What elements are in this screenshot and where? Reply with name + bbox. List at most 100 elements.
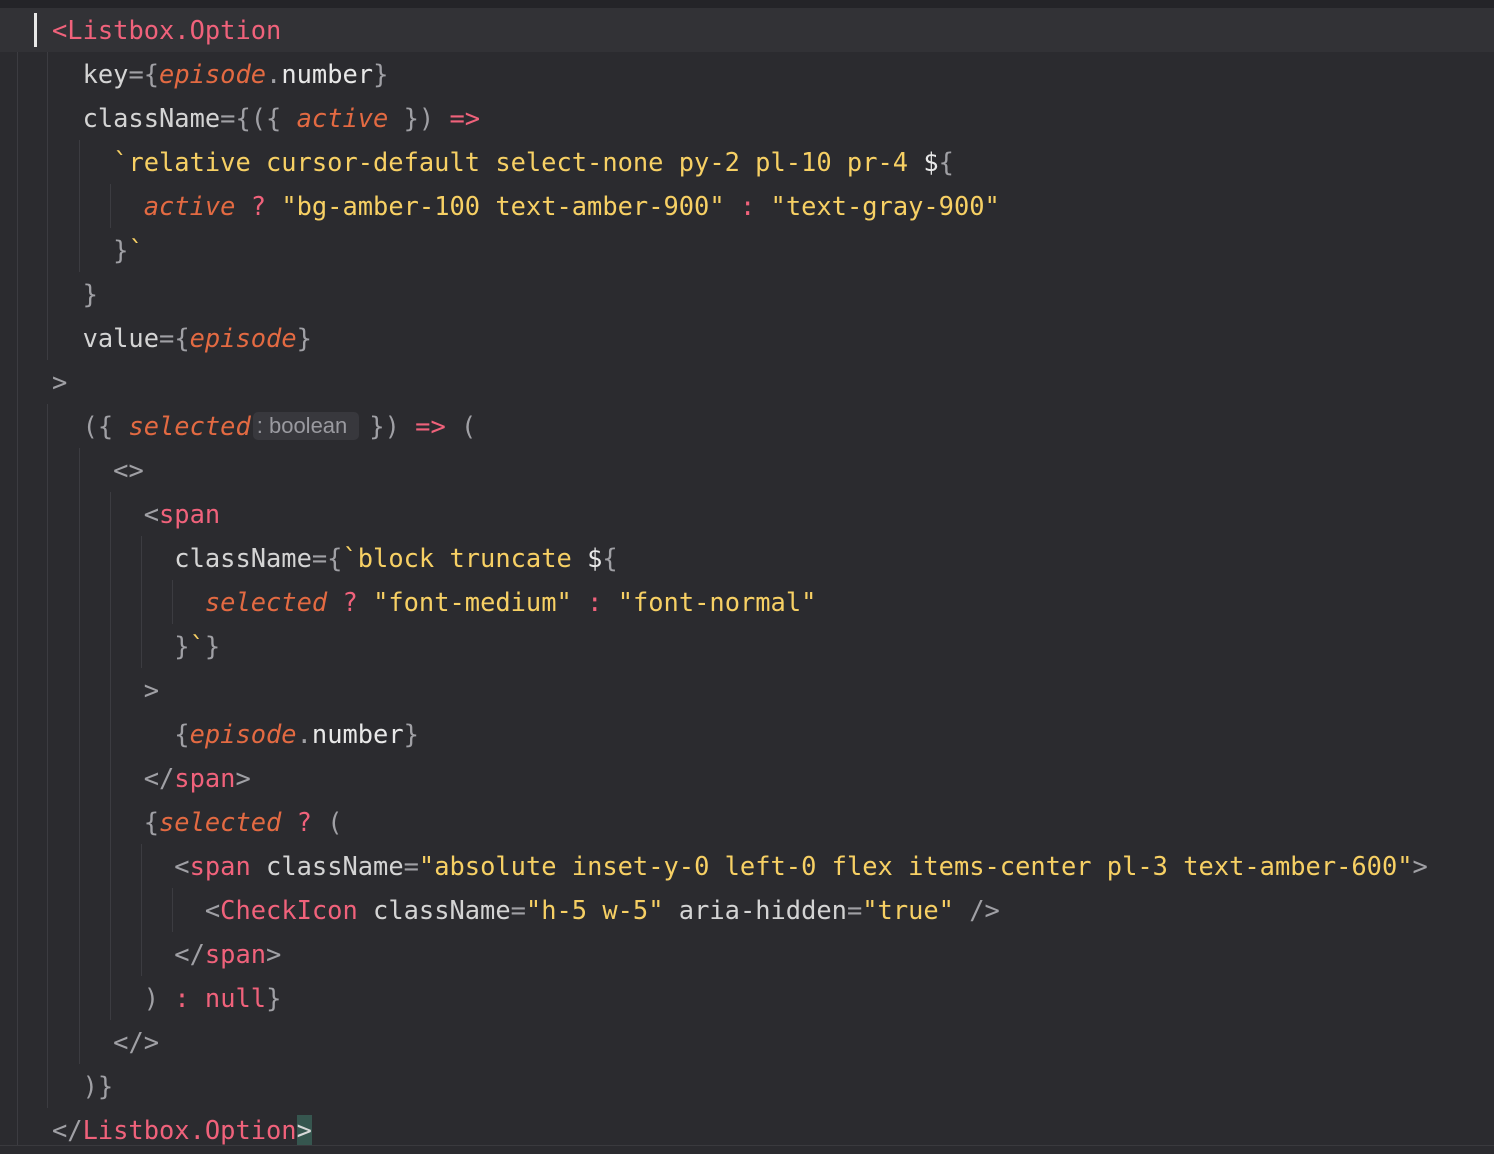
code-line[interactable]: selected ? "font-medium" : "font-normal" [52,580,817,624]
code-line[interactable]: `relative cursor-default select-none py-… [52,140,954,184]
string-token: "font-normal" [617,587,817,617]
punctuation-token: = [510,895,526,925]
string-token: ` [189,631,205,661]
punctuation-token: < [204,895,221,925]
punctuation-token: = [403,851,419,881]
punctuation-token: } [82,279,98,309]
code-line[interactable]: <> [52,448,144,492]
jsx-tag-token: Listbox.Option [82,1115,297,1145]
property-token: number [311,719,404,749]
code-line[interactable]: {episode.number} [52,712,419,756]
string-token: "absolute inset-y-0 left-0 flex items-ce… [418,851,1413,881]
code-line[interactable]: )} [52,1064,114,1108]
punctuation-token: > [1412,851,1428,881]
code-line[interactable]: value={episode} [52,316,312,360]
string-token: ` [128,235,144,265]
code-line[interactable]: }` [52,228,144,272]
operator-token: ? [250,191,267,221]
code-line[interactable]: active ? "bg-amber-100 text-amber-900" :… [52,184,1000,228]
punctuation-token: } [266,983,282,1013]
string-token: "bg-amber-100 text-amber-900" [281,191,725,221]
code-line[interactable]: className={`block truncate ${ [52,536,617,580]
code-editor[interactable]: <Listbox.Option key={episode.number} cla… [0,0,1494,1154]
parameter-token: selected [128,411,251,441]
code-line[interactable]: </> [52,1020,159,1064]
punctuation-token: = [159,323,175,353]
punctuation-token: < [143,499,160,529]
punctuation-token: { [174,719,190,749]
punctuation-token: < [174,851,190,881]
indent-guide [17,52,18,1145]
code-line[interactable]: </span> [52,756,251,800]
property-token: $ [587,543,603,573]
code-line[interactable]: } [52,272,98,316]
jsx-tag-token: span [174,763,236,793]
operator-token: => [449,103,481,133]
parameter-token: selected [204,587,328,617]
punctuation-token: ( [461,411,477,441]
type-hint-badge: : boolean [252,412,360,440]
code-line[interactable]: <span className="absolute inset-y-0 left… [52,844,1428,888]
attribute-token: className [82,103,221,133]
punctuation-token: } [174,631,190,661]
code-line[interactable]: ({ selected: boolean}) => ( [52,404,477,448]
operator-token: ? [296,807,312,837]
attribute-token: value [82,323,160,353]
code-line[interactable]: > [52,360,67,404]
parameter-token: selected [159,807,282,837]
keyword-token: null [204,983,267,1013]
code-line[interactable]: {selected ? ( [52,800,343,844]
code-line[interactable]: <Listbox.Option [52,8,281,52]
punctuation-token: { [143,807,160,837]
punctuation-token: ( [250,103,267,133]
punctuation-token: </ [174,939,205,969]
operator-token: : [174,983,190,1013]
parameter-token: episode [159,59,267,89]
punctuation-token: > [52,367,68,397]
punctuation-token: . [266,59,282,89]
code-line[interactable]: key={episode.number} [52,52,389,96]
punctuation-token: ) [143,983,160,1013]
punctuation-token: ) [418,103,435,133]
text-caret [34,13,37,47]
punctuation-token: <> [113,455,144,485]
code-line[interactable]: ) : null} [52,976,282,1020]
operator-token: => [415,411,446,441]
code-line[interactable]: <CheckIcon className="h-5 w-5" aria-hidd… [52,888,1000,932]
string-token: `block truncate [342,543,588,573]
property-token: number [281,59,374,89]
punctuation-token: = [846,895,863,925]
punctuation-token: /> [969,895,1000,925]
code-line[interactable]: className={({ active }) => [52,96,481,140]
parameter-token: episode [189,719,297,749]
code-line[interactable]: }`} [52,624,220,668]
code-line[interactable]: <span [52,492,220,536]
jsx-tag-token: < [52,15,68,45]
punctuation-token: </ [143,763,175,793]
indent-guide [47,404,48,1108]
code-line[interactable]: </span> [52,932,281,976]
code-line[interactable]: > [52,668,159,712]
punctuation-token: } [296,323,312,353]
